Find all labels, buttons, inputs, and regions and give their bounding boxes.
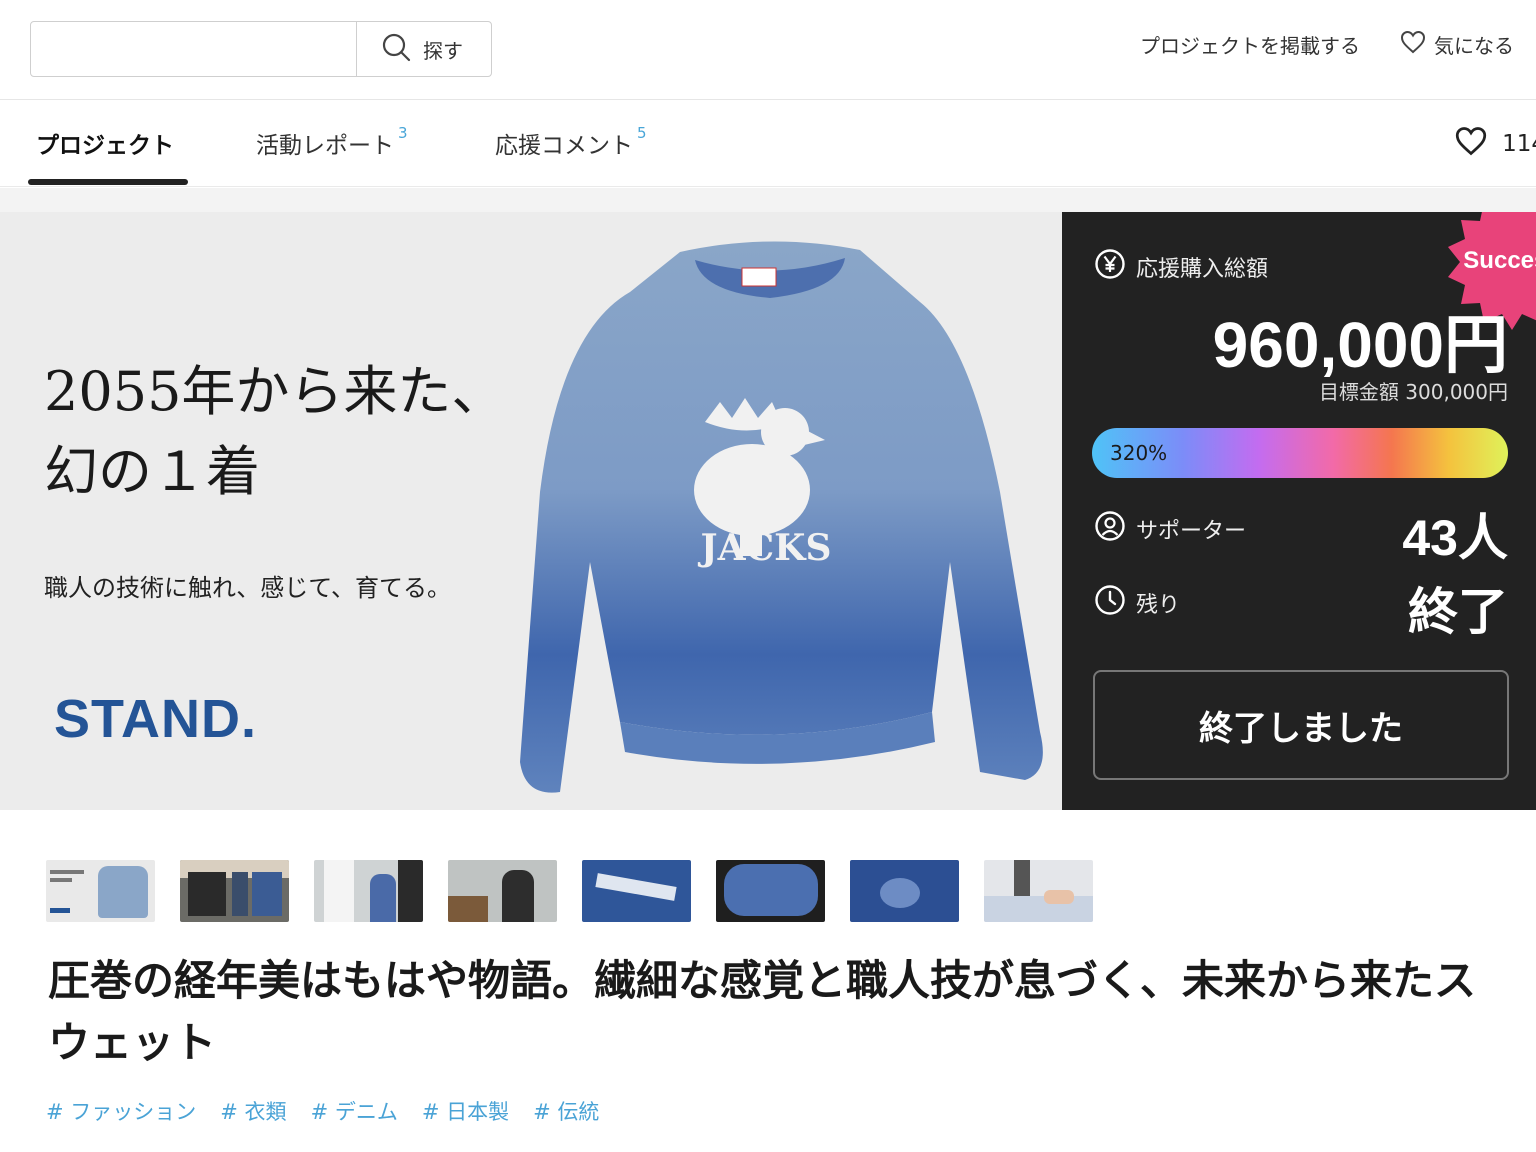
sweater-photo: JACKS [520, 241, 1043, 793]
tag-fashion[interactable]: # ファッション [46, 1096, 196, 1126]
active-tab-indicator [28, 179, 188, 185]
search-icon [381, 32, 411, 67]
ended-button-label: 終了しました [1199, 708, 1403, 749]
tab-support-comments-label: 応援コメント [495, 133, 633, 159]
total-amount: 960,000円 [1212, 309, 1508, 381]
supporters-row: サポーター [1094, 510, 1246, 548]
ended-button[interactable]: 終了しました [1093, 670, 1509, 780]
total-label: 応援購入総額 [1136, 257, 1269, 282]
tag-list: # ファッション # 衣類 # デニム # 日本製 # 伝統 [46, 1096, 599, 1126]
supporters-count: 43人 [1402, 510, 1508, 566]
like-button[interactable]: 114 [1454, 126, 1536, 162]
like-count: 114 [1502, 131, 1536, 157]
hero-title-line2: 幻の１着 [44, 440, 260, 503]
tag-clothing[interactable]: # 衣類 [220, 1096, 286, 1126]
tag-tradition[interactable]: # 伝統 [533, 1096, 599, 1126]
tab-activity-report-label: 活動レポート [256, 133, 394, 159]
tag-made-in-japan[interactable]: # 日本製 [422, 1096, 509, 1126]
favorites-link[interactable]: 気になる [1400, 30, 1514, 59]
tab-support-comments-count: 5 [637, 124, 647, 143]
post-project-label: プロジェクトを掲載する [1140, 34, 1360, 58]
heart-icon [1454, 126, 1488, 162]
thumbnail-6[interactable] [716, 860, 825, 922]
favorites-label: 気になる [1434, 34, 1514, 58]
tab-bar: プロジェクト 活動レポート3 応援コメント5 114 [0, 100, 1536, 187]
total-label-row: 応援購入総額 [1094, 248, 1268, 286]
project-title: 圧巻の経年美はもはや物語。繊細な感覚と職人技が息づく、未来から来たスウェット [48, 956, 1477, 1067]
thumbnail-1[interactable] [46, 860, 155, 922]
hero-title: 2055年から来た、 幻の１着 [44, 352, 505, 512]
search-input[interactable] [31, 22, 356, 76]
thumbnail-3[interactable] [314, 860, 423, 922]
search-button[interactable]: 探す [356, 22, 491, 76]
progress-bar: 320% [1092, 428, 1508, 478]
clock-icon [1094, 584, 1126, 622]
tag-denim[interactable]: # デニム [311, 1096, 398, 1126]
top-header: 探す プロジェクトを掲載する 気になる [0, 0, 1536, 100]
success-badge-text: Success [1463, 247, 1536, 274]
tab-project-label: プロジェクト [36, 133, 174, 159]
yen-circle-icon [1094, 248, 1126, 286]
goal-amount: 目標金額 300,000円 [1318, 380, 1508, 404]
sweater-print-text: JACKS [698, 527, 832, 569]
tab-project[interactable]: プロジェクト [36, 126, 174, 160]
remaining-value: 終了 [1408, 584, 1508, 640]
thumbnail-8[interactable] [984, 860, 1093, 922]
funding-panel: Success 応援購入総額 960,000円 目標金額 300,000円 32… [1062, 212, 1536, 810]
hero-title-line1: 2055年から来た、 [44, 360, 506, 423]
thumbnail-5[interactable] [582, 860, 691, 922]
thumbnail-2[interactable] [180, 860, 289, 922]
tab-activity-report-count: 3 [398, 124, 408, 143]
user-circle-icon [1094, 510, 1126, 548]
tab-support-comments[interactable]: 応援コメント 5 [495, 124, 647, 160]
remaining-row: 残り [1094, 584, 1180, 622]
hero-subtitle: 職人の技術に触れ、感じて、育てる。 [44, 574, 452, 602]
thumbnail-strip [46, 860, 1093, 922]
progress-percent: 320% [1110, 441, 1168, 465]
search-box: 探す [30, 21, 492, 77]
supporters-label: サポーター [1136, 519, 1247, 544]
heart-icon [1400, 30, 1426, 59]
thumbnail-7[interactable] [850, 860, 959, 922]
hero-image: 2055年から来た、 幻の１着 職人の技術に触れ、感じて、育てる。 STAND. [0, 212, 1062, 810]
section-gap [0, 188, 1536, 212]
thumbnail-4[interactable] [448, 860, 557, 922]
post-project-link[interactable]: プロジェクトを掲載する [1140, 30, 1360, 59]
search-button-label: 探す [423, 38, 463, 63]
brand-logo: STAND. [54, 689, 257, 749]
remaining-label: 残り [1136, 593, 1181, 618]
tab-activity-report[interactable]: 活動レポート 3 [256, 124, 408, 160]
